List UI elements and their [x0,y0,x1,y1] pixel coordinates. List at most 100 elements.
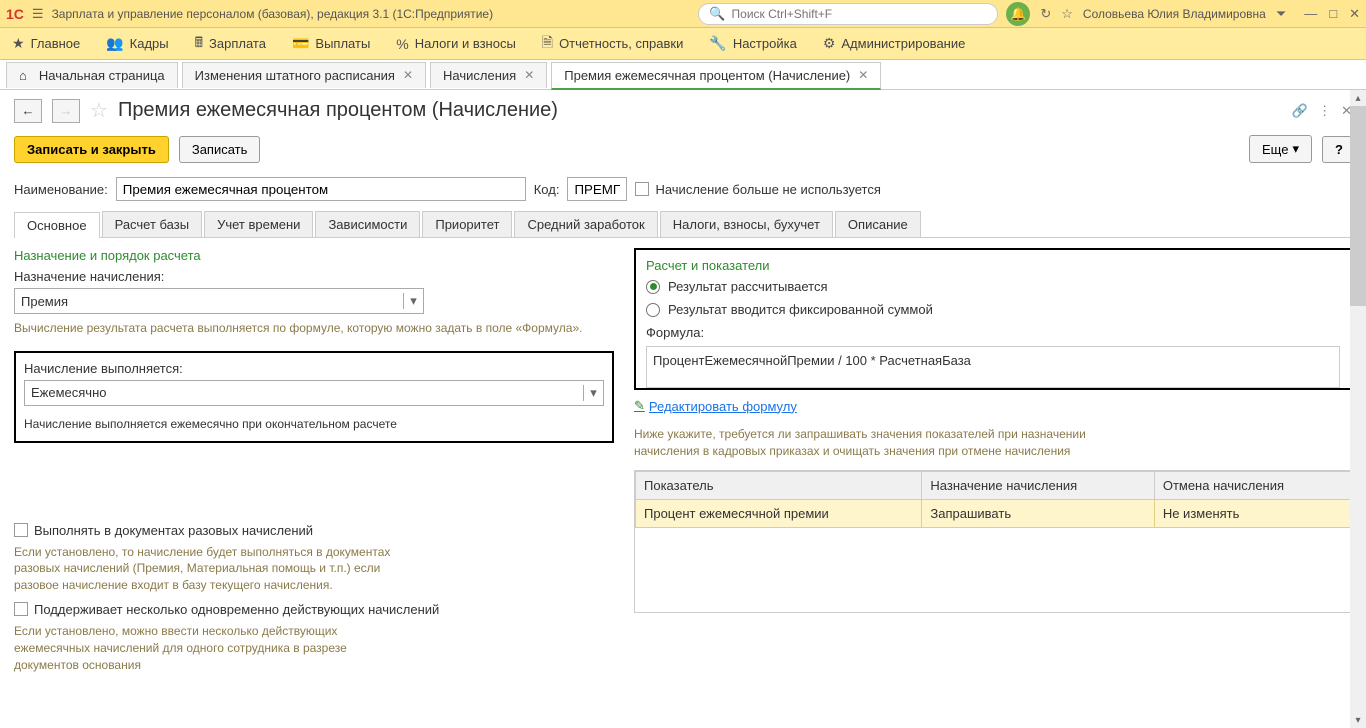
nav-admin[interactable]: ⚙Администрирование [823,35,966,52]
not-used-checkbox[interactable] [635,182,649,196]
tab-close-icon[interactable]: ✕ [858,68,868,82]
multiple-checkbox[interactable] [14,602,28,616]
scroll-thumb[interactable] [1350,106,1366,306]
section-purpose: Назначение и порядок расчета [14,248,614,263]
star-icon[interactable]: ☆ [1061,6,1073,22]
assign-label: Назначение начисления: [14,269,614,284]
pencil-icon: ✎ [634,398,645,414]
radio-calculated-label: Результат рассчитывается [668,279,828,294]
save-close-button[interactable]: Записать и закрыть [14,136,169,163]
section-calc: Расчет и показатели [646,258,1340,273]
chevron-down-icon: ▾ [1292,141,1299,157]
nav-taxes[interactable]: %Налоги и взносы [396,36,516,52]
inner-tab-main[interactable]: Основное [14,212,100,238]
radio-fixed[interactable] [646,303,660,317]
inner-tab-priority[interactable]: Приоритет [422,211,512,237]
gear-icon: ⚙ [823,35,836,52]
app-title: Зарплата и управление персоналом (базова… [52,7,494,21]
nav-main[interactable]: ★Главное [12,35,80,52]
edit-formula-link[interactable]: ✎ Редактировать формулу [634,398,1352,414]
code-label: Код: [534,182,560,197]
tab-staff-changes[interactable]: Изменения штатного расписания✕ [182,62,426,88]
search-input[interactable] [732,7,988,21]
formula-box: ПроцентЕжемесячнойПремии / 100 * Расчетн… [646,346,1340,388]
nav-salary[interactable]: 🖩Зарплата [195,32,266,56]
right-column: Расчет и показатели Результат рассчитыва… [634,248,1352,673]
radio-calculated[interactable] [646,280,660,294]
title-bar: 1С ☰ Зарплата и управление персоналом (б… [0,0,1366,28]
toolbar: Записать и закрыть Записать Еще▾ ? [0,131,1366,173]
tab-accruals[interactable]: Начисления✕ [430,62,547,88]
name-input[interactable] [116,177,526,201]
inner-tab-time[interactable]: Учет времени [204,211,313,237]
name-code-row: Наименование: Код: Начисление больше не … [0,173,1366,211]
table-row[interactable]: Процент ежемесячной премии Запрашивать Н… [636,499,1351,527]
scroll-up-icon[interactable]: ▴ [1350,90,1366,106]
home-icon: ⌂ [19,68,27,83]
chevron-down-icon[interactable]: ▾ [583,385,603,401]
exec-hint: Начисление выполняется ежемесячно при ок… [24,416,604,433]
indicators-hint: Ниже укажите, требуется ли запрашивать з… [634,426,1114,460]
code-input[interactable] [567,177,627,201]
bell-icon[interactable]: 🔔 [1006,2,1030,26]
hamburger-icon[interactable]: ☰ [32,6,44,22]
favorite-icon[interactable]: ☆ [90,98,108,123]
name-label: Наименование: [14,182,108,197]
doc-icon: 🗎 [542,32,553,56]
tab-home[interactable]: ⌂Начальная страница [6,62,178,88]
nav-forward-button[interactable]: → [52,99,80,123]
inner-tab-base[interactable]: Расчет базы [102,211,203,237]
formula-label: Формула: [646,325,1340,340]
radio-fixed-label: Результат вводится фиксированной суммой [668,302,933,317]
nav-kadry[interactable]: 👥Кадры [106,35,168,52]
not-used-label: Начисление больше не используется [655,182,880,197]
scroll-down-icon[interactable]: ▾ [1350,712,1366,728]
calc-icon: 🖩 [195,32,203,56]
inner-tab-tax[interactable]: Налоги, взносы, бухучет [660,211,833,237]
history-icon[interactable]: ↻ [1040,6,1051,22]
assign-hint: Вычисление результата расчета выполняетс… [14,320,614,337]
nav-reports[interactable]: 🗎Отчетность, справки [542,32,684,56]
tab-close-icon[interactable]: ✕ [524,68,534,82]
minimize-icon[interactable]: — [1304,6,1317,22]
single-docs-checkbox[interactable] [14,523,28,537]
th-assign: Назначение начисления [922,471,1154,499]
save-button[interactable]: Записать [179,136,261,163]
exec-select[interactable]: Ежемесячно ▾ [24,380,604,406]
chevron-down-icon[interactable]: ▾ [403,293,423,309]
indicators-table: Показатель Назначение начисления Отмена … [634,470,1352,614]
inner-tab-desc[interactable]: Описание [835,211,921,237]
user-name: Соловьева Юлия Владимировна [1083,7,1266,21]
multiple-hint: Если установлено, можно ввести несколько… [14,623,394,673]
maximize-icon[interactable]: □ [1329,6,1337,22]
wallet-icon: 💳 [292,35,309,52]
search-box[interactable]: 🔍 [698,3,998,25]
close-icon[interactable]: ✕ [1349,6,1360,22]
search-icon: 🔍 [709,6,725,22]
nav-payments[interactable]: 💳Выплаты [292,35,370,52]
single-docs-label: Выполнять в документах разовых начислени… [34,523,313,538]
filter-icon[interactable]: ⏷ [1276,6,1286,22]
tab-close-icon[interactable]: ✕ [403,68,413,82]
content-area: Назначение и порядок расчета Назначение … [0,238,1366,683]
single-docs-hint: Если установлено, то начисление будет вы… [14,544,394,594]
nav-settings[interactable]: 🔧Настройка [709,35,796,52]
assign-select[interactable]: Премия ▾ [14,288,424,314]
more-button[interactable]: Еще▾ [1249,135,1312,163]
more-icon[interactable]: ⋮ [1318,103,1331,119]
th-indicator: Показатель [636,471,922,499]
logo-1c: 1С [6,6,24,22]
link-icon[interactable]: 🔗 [1292,103,1308,119]
inner-tabs: Основное Расчет базы Учет времени Зависи… [14,211,1352,238]
inner-tab-deps[interactable]: Зависимости [315,211,420,237]
exec-label: Начисление выполняется: [24,361,604,376]
doc-header: ← → ☆ Премия ежемесячная процентом (Начи… [0,90,1366,131]
percent-icon: % [396,36,408,52]
document-tabs: ⌂Начальная страница Изменения штатного р… [0,60,1366,90]
nav-back-button[interactable]: ← [14,99,42,123]
wrench-icon: 🔧 [709,35,726,52]
tab-premium[interactable]: Премия ежемесячная процентом (Начисление… [551,62,881,90]
help-button[interactable]: ? [1322,136,1352,163]
scrollbar[interactable]: ▴ ▾ [1350,90,1366,728]
inner-tab-avg[interactable]: Средний заработок [514,211,657,237]
